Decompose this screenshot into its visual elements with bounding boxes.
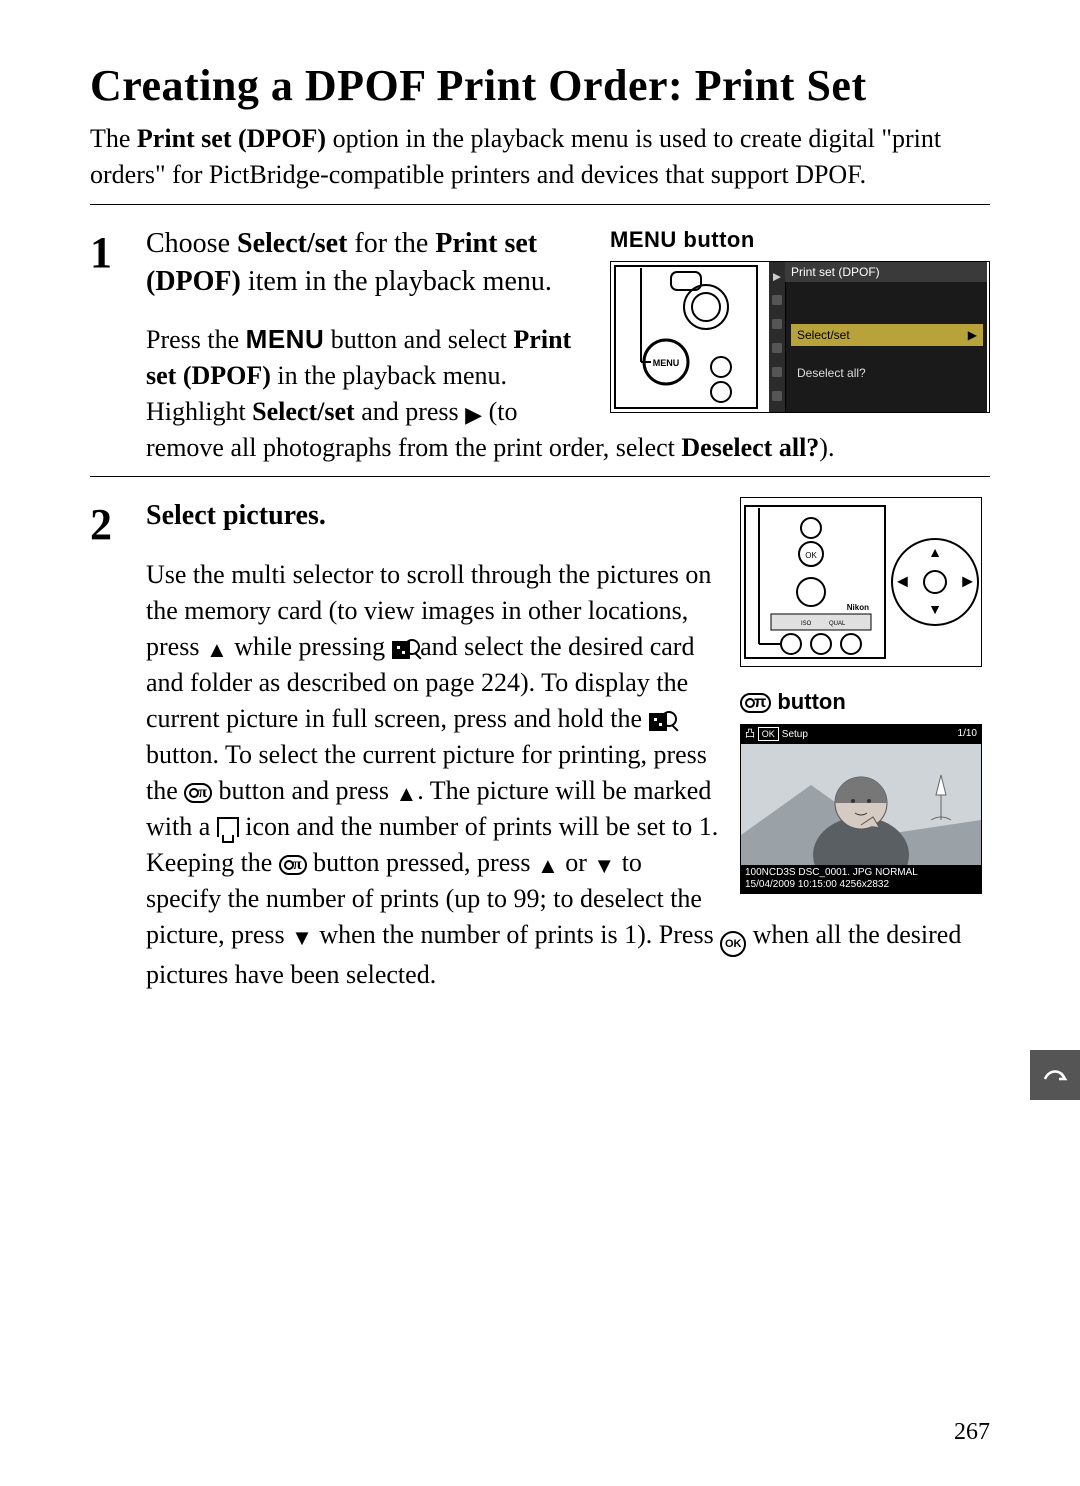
t: for the <box>347 228 435 259</box>
section-tab-connect <box>1030 1050 1080 1100</box>
intro-text-a: The <box>90 124 137 153</box>
print-mark-icon <box>217 817 239 837</box>
t: when the number of prints is 1). Press <box>313 920 720 949</box>
step2-fig2-caption: π button <box>740 687 980 717</box>
thumbnail-zoom-out-icon <box>649 713 671 729</box>
t-bold: Select/set <box>237 228 347 259</box>
playback-thumbnail: 凸 OKSetup 1/10 100NCD3S DSC_0001. JPG NO… <box>740 724 982 894</box>
center-dot-icon <box>923 570 947 594</box>
step2-figures: OK Nikon ISO QUAL <box>740 497 990 893</box>
svg-text:QUAL: QUAL <box>829 621 846 627</box>
step1-figure: MENU button MENU <box>610 225 990 413</box>
camera-lcd-menu: Print set (DPOF) Select/set ▶ Deselect a… <box>769 262 987 412</box>
down-triangle-icon: ▼ <box>291 923 313 953</box>
manual-page: Creating a DPOF Print Order: Print Set T… <box>0 0 1080 1486</box>
up-triangle-icon: ▲ <box>395 779 417 809</box>
page-number: 267 <box>954 1419 990 1446</box>
divider <box>90 204 990 205</box>
t: or <box>559 848 594 877</box>
step-number-1: 1 <box>90 225 146 275</box>
step-number-2: 2 <box>90 497 146 547</box>
lcd-item-label: Select/set <box>797 328 850 342</box>
lcd-tab-icon <box>772 343 782 353</box>
right-triangle-icon: ▶ <box>465 400 482 430</box>
t: button pressed, press <box>307 848 537 877</box>
ok-box-icon: OK <box>758 727 779 741</box>
thumb-botbar: 100NCD3S DSC_0001. JPG NORMAL 15/04/2009… <box>741 865 981 893</box>
t: ). <box>819 433 834 462</box>
camera-back-illustration: MENU <box>611 262 761 412</box>
step-2: 2 OK Nikon ISO QUAL <box>90 497 990 993</box>
step-2-body: OK Nikon ISO QUAL <box>146 497 990 993</box>
step2-figure2: π button <box>740 687 980 893</box>
lcd-item-deselect-all: Deselect all? <box>791 362 983 384</box>
lcd-item-select-set: Select/set ▶ <box>791 324 983 346</box>
up-triangle-icon: ▲ <box>537 851 559 881</box>
lcd-tab-icon <box>772 295 782 305</box>
thumb-topbar: 凸 OKSetup 1/10 <box>741 725 981 744</box>
lcd-header: Print set (DPOF) <box>785 262 987 282</box>
up-triangle-icon: ▲ <box>206 635 228 665</box>
up-triangle-icon: ▲ <box>928 544 942 563</box>
step-1-body: MENU button MENU <box>146 225 990 467</box>
right-triangle-icon: ▶ <box>962 573 973 592</box>
lcd-sidebar <box>769 262 786 412</box>
t-bold: Deselect all? <box>681 433 819 462</box>
intro-paragraph: The Print set (DPOF) option in the playb… <box>90 121 990 194</box>
thumb-info-1: 100NCD3S DSC_0001. JPG NORMAL <box>745 867 977 879</box>
lcd-tab-icon <box>772 367 782 377</box>
protect-button-icon: π <box>740 693 771 713</box>
multi-selector-illustration: OK Nikon ISO QUAL <box>740 497 982 667</box>
lcd-tab-icon <box>772 319 782 329</box>
menu-label: MENU <box>246 324 325 354</box>
right-arrow-icon: ▶ <box>968 324 977 346</box>
t: button and press <box>212 776 395 805</box>
intro-bold: Print set (DPOF) <box>137 124 326 153</box>
t: Press the <box>146 325 246 354</box>
multi-selector-icon: ▲ ▼ ◀ ▶ <box>891 538 979 626</box>
step1-fig-box: MENU <box>610 261 990 413</box>
t: while pressing <box>228 632 392 661</box>
camera-grip-illustration: OK Nikon ISO QUAL <box>741 502 889 662</box>
lcd-tab-icon <box>772 391 782 401</box>
t-bold: Select/set <box>252 397 355 426</box>
svg-text:MENU: MENU <box>653 358 680 368</box>
svg-text:Nikon: Nikon <box>847 603 869 612</box>
step-1: 1 MENU button MENU <box>90 225 990 467</box>
t: item in the playback menu. <box>241 266 552 297</box>
svg-text:OK: OK <box>805 551 817 560</box>
left-triangle-icon: ◀ <box>897 573 908 592</box>
divider <box>90 476 990 477</box>
down-triangle-icon: ▼ <box>593 851 615 881</box>
down-triangle-icon: ▼ <box>928 601 942 620</box>
print-mark-icon: 凸 <box>745 729 755 740</box>
t: button and select <box>324 325 513 354</box>
page-title: Creating a DPOF Print Order: Print Set <box>90 60 990 111</box>
t: and press <box>355 397 465 426</box>
protect-button-icon: π <box>184 783 212 803</box>
playback-tab-icon <box>773 273 781 281</box>
thumbnail-zoom-out-icon <box>392 641 414 657</box>
svg-text:ISO: ISO <box>801 621 812 627</box>
ok-button-icon: OK <box>720 931 746 957</box>
setup-label: Setup <box>782 729 808 740</box>
t: Choose <box>146 228 237 259</box>
caption-text: button <box>771 689 846 714</box>
protect-button-icon: π <box>279 855 307 875</box>
thumb-count: 1/10 <box>958 727 977 742</box>
step1-fig-caption: MENU button <box>610 227 755 252</box>
thumb-info-2: 15/04/2009 10:15:00 4256x2832 <box>745 879 977 891</box>
